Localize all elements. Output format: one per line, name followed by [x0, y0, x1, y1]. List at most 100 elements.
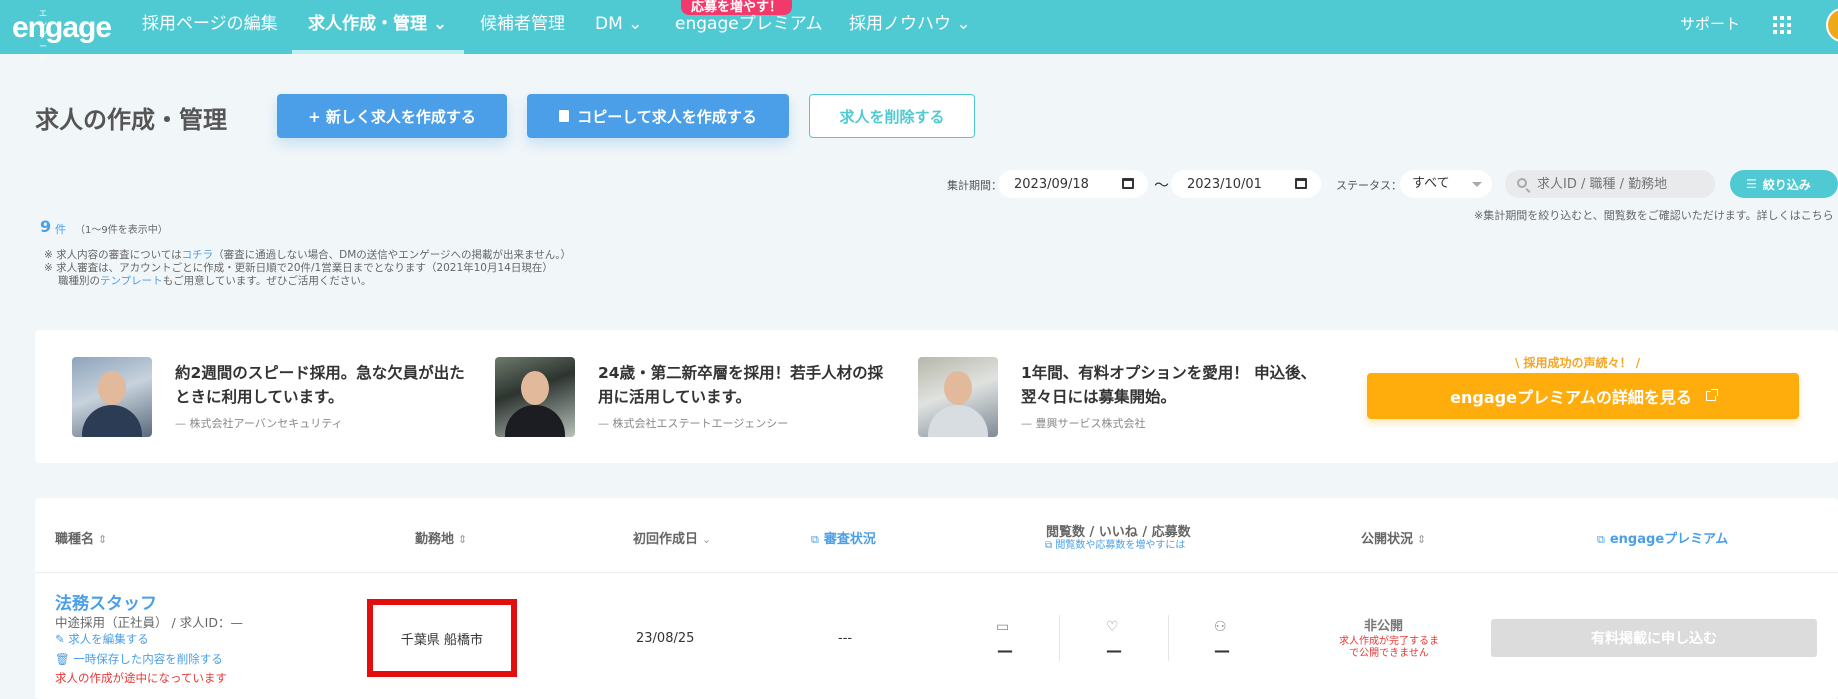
template-link[interactable]: テンプレート: [100, 275, 163, 287]
th-location[interactable]: 勤務地 ⇕: [415, 528, 467, 547]
location-value: 千葉県 船橋市: [400, 632, 484, 648]
testimonial-quote: 約2週間のスピード採用。急な欠員が出たときに利用しています。: [175, 364, 465, 406]
th-created-date[interactable]: 初回作成日 ⌄: [633, 528, 711, 547]
nav-edit-recruit-page[interactable]: 採用ページの編集: [142, 0, 278, 54]
stats-help-link[interactable]: ⧉ 閲覧数や応募数を増やすには: [1045, 536, 1185, 551]
note-1-text: ※ 求人内容の審査については: [44, 249, 182, 261]
note-1-text-post: （審査に通過しない場合、DMの送信やエンゲージへの掲載が出来ません。）: [213, 249, 571, 261]
job-title-link[interactable]: 法務スタッフ: [55, 589, 157, 614]
th-location-label: 勤務地: [415, 532, 455, 547]
testimonial-quote: 1年間、有料オプションを愛用！ 申込後、翌々日には募集開始。: [1021, 364, 1317, 406]
th-review-status[interactable]: ⧉ 審査状況: [811, 528, 876, 547]
apps-grid-icon[interactable]: [1773, 16, 1791, 34]
new-job-button[interactable]: + 新しく求人を作成する: [277, 94, 507, 138]
result-unit: 件: [55, 223, 66, 236]
status-value: すべて: [1412, 176, 1450, 191]
heart-icon: ♡: [1106, 619, 1119, 635]
th-public-label: 公開状況: [1361, 532, 1414, 547]
note-2: ※ 求人審査は、アカウントごとに作成・更新日順で20件/1営業日までとなります（…: [44, 262, 553, 274]
edit-job-link[interactable]: ✎ 求人を編集する: [55, 631, 149, 647]
th-job-title[interactable]: 職種名 ⇕: [55, 528, 107, 547]
th-job-label: 職種名: [55, 532, 95, 547]
delete-draft-link[interactable]: 🗑 一時保存した内容を削除する: [55, 651, 223, 667]
testimonial-quote: 24歳・第二新卒層を採用！若手人材の採用に活用しています。: [598, 364, 884, 406]
review-status: ---: [838, 631, 853, 646]
chevron-down-icon: ⌄: [702, 533, 712, 546]
premium-details-button[interactable]: engageプレミアムの詳細を見る: [1367, 373, 1799, 419]
result-count: 9: [40, 217, 52, 236]
nav-premium[interactable]: engageプレミアム: [675, 0, 823, 54]
th-premium-label: engageプレミアム: [1609, 532, 1729, 547]
th-review-label: 審査状況: [823, 532, 876, 547]
period-note: ※集計期間を絞り込むと、閲覧数をご確認いただけます。詳しくはこちら: [1474, 209, 1834, 222]
th-created-label: 初回作成日: [633, 532, 699, 547]
chevron-down-icon: [1472, 182, 1482, 187]
delete-job-button[interactable]: 求人を削除する: [809, 94, 975, 138]
people-icon: ⚇: [1214, 619, 1227, 635]
monitor-icon: ▭: [996, 619, 1010, 635]
premium-catchphrase: \ 採用成功の声続々！ /: [1515, 356, 1641, 370]
testimonial-company: — 株式会社エステートエージェンシー: [598, 417, 789, 430]
sliders-icon: ☰: [1746, 177, 1757, 191]
end-date-value: 2023/10/01: [1187, 176, 1262, 192]
calendar-icon[interactable]: [1295, 178, 1307, 189]
review-notes: ※ 求人内容の審査についてはコチラ（審査に通過しない場合、DMの送信やエンゲージ…: [44, 249, 571, 288]
draft-warning: 求人の作成が途中になっています: [55, 671, 227, 685]
th-public-status[interactable]: 公開状況 ⇕: [1361, 528, 1426, 547]
sort-icon: ⇕: [1417, 533, 1427, 546]
stats-help-label: 閲覧数や応募数を増やすには: [1055, 540, 1186, 551]
date-range-separator: 〜: [1154, 176, 1170, 194]
sort-icon: ⇕: [458, 533, 468, 546]
external-link-icon: [1705, 389, 1718, 401]
nav-recruit-knowhow[interactable]: 採用ノウハウ ⌄: [849, 0, 971, 54]
filter-button[interactable]: ☰ 絞り込み: [1730, 170, 1838, 198]
created-date: 23/08/25: [636, 631, 695, 646]
testimonial-photo: [72, 357, 152, 437]
likes-count: —: [1106, 641, 1122, 660]
nav-candidates[interactable]: 候補者管理: [480, 0, 565, 54]
active-tab-indicator: [292, 50, 464, 54]
start-date-value: 2023/09/18: [1014, 176, 1089, 192]
views-count: —: [997, 641, 1013, 660]
result-range: （1〜9件を表示中）: [75, 225, 168, 236]
nav-job-management[interactable]: 求人作成・管理 ⌄: [308, 0, 447, 54]
copy-job-button[interactable]: コピーして求人を作成する: [527, 94, 789, 138]
testimonial-company: — 株式会社アーバンセキュリティ: [175, 417, 343, 430]
header-divider: [35, 572, 1838, 573]
external-link-icon: ⧉: [811, 533, 819, 546]
status-select[interactable]: すべて: [1400, 170, 1492, 198]
applies-count: —: [1214, 641, 1230, 660]
premium-details-label: engageプレミアムの詳細を見る: [1450, 388, 1692, 407]
review-info-link[interactable]: コチラ: [182, 249, 214, 261]
start-date-input[interactable]: 2023/09/18: [998, 170, 1148, 198]
nav-dm[interactable]: DM ⌄: [595, 0, 642, 54]
testimonial-photo: [495, 357, 575, 437]
job-table: [35, 498, 1838, 699]
nav-support[interactable]: サポート: [1680, 0, 1740, 54]
page-title: 求人の作成・管理: [35, 106, 227, 134]
logo-text: engage: [12, 11, 112, 44]
search-input[interactable]: [1505, 170, 1715, 198]
note-3-text-post: もご用意しています。ぜひご活用ください。: [162, 275, 372, 287]
status-label: ステータス：: [1336, 179, 1402, 192]
th-premium[interactable]: ⧉ engageプレミアム: [1597, 528, 1728, 547]
location-cell-highlight: 千葉県 船橋市: [367, 599, 517, 677]
apply-paid-listing-button[interactable]: 有料掲載に申し込む: [1491, 619, 1817, 657]
user-avatar[interactable]: [1826, 8, 1838, 42]
sort-icon: ⇕: [98, 533, 108, 546]
public-status-note: 求人作成が完了するまで公開できません: [1339, 636, 1439, 659]
note-3-text: 職種別の: [58, 275, 100, 287]
job-type-and-id: 中途採用（正社員） / 求人ID：—: [55, 615, 243, 630]
filter-button-label: 絞り込み: [1762, 177, 1811, 192]
testimonial-photo: [918, 357, 998, 437]
copy-icon: [559, 110, 570, 122]
calendar-icon[interactable]: [1122, 178, 1134, 189]
end-date-input[interactable]: 2023/10/01: [1171, 170, 1321, 198]
copy-job-label: コピーして求人を作成する: [577, 107, 757, 126]
stat-divider: [1168, 615, 1169, 661]
external-link-icon: ⧉: [1597, 533, 1605, 546]
search-icon: [1517, 178, 1527, 188]
stat-divider: [1059, 615, 1060, 661]
testimonial-company: — 豊興サービス株式会社: [1021, 417, 1146, 430]
external-link-icon: ⧉: [1045, 540, 1056, 551]
